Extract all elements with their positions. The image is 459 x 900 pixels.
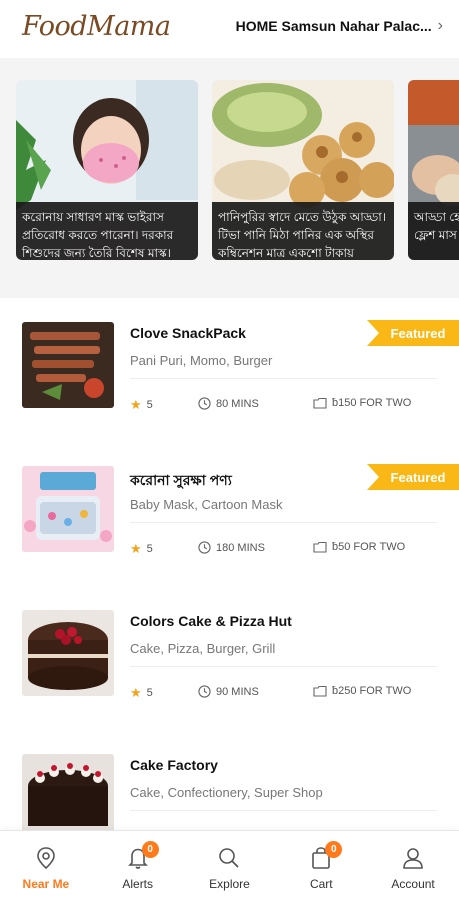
divider bbox=[130, 810, 437, 811]
featured-badge: Featured bbox=[367, 320, 459, 346]
app-header: FoodMama HOME Samsun Nahar Palac... › bbox=[0, 0, 459, 52]
restaurant-name: Colors Cake & Pizza Hut bbox=[130, 613, 292, 629]
nav-near-me[interactable]: Near Me bbox=[6, 845, 86, 891]
divider bbox=[130, 522, 437, 523]
promo-banner[interactable]: আড্ডা হে নেপালি ডি ফ্লেশ মাস bbox=[408, 80, 459, 260]
star-icon: ★ bbox=[130, 397, 142, 412]
nav-alerts[interactable]: 0 Alerts bbox=[98, 841, 178, 891]
star-icon: ★ bbox=[130, 685, 142, 700]
alerts-count-badge: 0 bbox=[141, 841, 159, 858]
search-icon bbox=[216, 845, 242, 871]
rating: ★ 5 bbox=[130, 685, 153, 701]
rating: ★ 5 bbox=[130, 397, 153, 413]
star-icon: ★ bbox=[130, 541, 142, 556]
promo-banner[interactable]: করোনায় সাধারণ মাস্ক ভাইরাস প্রতিরোধ করত… bbox=[16, 80, 198, 260]
restaurant-cuisines: Baby Mask, Cartoon Mask bbox=[130, 497, 283, 512]
delivery-time: 180 MINS bbox=[198, 541, 265, 554]
rating-value: 5 bbox=[146, 687, 153, 699]
restaurant-cuisines: Cake, Pizza, Burger, Grill bbox=[130, 641, 276, 656]
promo-carousel[interactable]: করোনায় সাধারণ মাস্ক ভাইরাস প্রতিরোধ করত… bbox=[0, 58, 459, 298]
wallet-icon bbox=[313, 397, 327, 409]
nav-account[interactable]: Account bbox=[373, 845, 453, 891]
delivery-time-value: 180 MINS bbox=[216, 541, 265, 554]
nav-explore[interactable]: Explore bbox=[189, 845, 269, 891]
delivery-time-value: 80 MINS bbox=[216, 397, 259, 410]
banner-caption: করোনায় সাধারণ মাস্ক ভাইরাস প্রতিরোধ করত… bbox=[16, 202, 198, 260]
nav-label: Cart bbox=[309, 877, 333, 891]
promo-banner[interactable]: পানিপুরির স্বাদে মেতে উঠুক আড্ডা। টিভা প… bbox=[212, 80, 394, 260]
clock-icon bbox=[198, 397, 211, 410]
user-icon bbox=[400, 845, 426, 871]
restaurant-thumbnail bbox=[22, 466, 114, 552]
nav-label: Alerts bbox=[122, 877, 154, 891]
price-for-two: ƀ150 FOR TWO bbox=[313, 397, 411, 409]
location-selector[interactable]: HOME Samsun Nahar Palac... › bbox=[236, 17, 443, 35]
restaurant-card[interactable]: করোনা সুরক্ষা পণ্য Baby Mask, Cartoon Ma… bbox=[0, 444, 459, 574]
rating-value: 5 bbox=[146, 543, 153, 555]
location-label: HOME Samsun Nahar Palac... bbox=[235, 18, 432, 34]
chevron-right-icon: › bbox=[437, 17, 443, 34]
restaurant-name: Cake Factory bbox=[130, 757, 218, 773]
restaurant-card[interactable]: Clove SnackPack Pani Puri, Momo, Burger … bbox=[0, 300, 459, 430]
restaurant-cuisines: Cake, Confectionery, Super Shop bbox=[130, 785, 323, 800]
divider bbox=[130, 378, 437, 379]
featured-badge: Featured bbox=[367, 464, 459, 490]
delivery-time: 90 MINS bbox=[198, 685, 259, 698]
nav-cart[interactable]: 0 Cart bbox=[281, 841, 361, 891]
nav-label: Account bbox=[391, 877, 435, 891]
wallet-icon bbox=[313, 541, 327, 553]
cart-count-badge: 0 bbox=[325, 841, 343, 858]
restaurant-thumbnail bbox=[22, 754, 114, 840]
delivery-time: 80 MINS bbox=[198, 397, 259, 410]
app-logo: FoodMama bbox=[22, 10, 171, 42]
bottom-navigation: Near Me 0 Alerts Explore 0 Cart Account bbox=[0, 830, 459, 900]
restaurant-cuisines: Pani Puri, Momo, Burger bbox=[130, 353, 273, 368]
restaurant-name: Clove SnackPack bbox=[130, 325, 246, 341]
delivery-time-value: 90 MINS bbox=[216, 685, 259, 698]
map-pin-icon bbox=[33, 845, 59, 871]
price-value: ƀ50 FOR TWO bbox=[332, 541, 406, 553]
price-for-two: ƀ250 FOR TWO bbox=[313, 685, 411, 697]
restaurant-thumbnail bbox=[22, 610, 114, 696]
rating-value: 5 bbox=[146, 399, 153, 411]
nav-label: Explore bbox=[209, 877, 250, 891]
restaurant-thumbnail bbox=[22, 322, 114, 408]
price-value: ƀ250 FOR TWO bbox=[332, 685, 412, 697]
rating: ★ 5 bbox=[130, 541, 153, 557]
wallet-icon bbox=[313, 685, 327, 697]
banner-caption: পানিপুরির স্বাদে মেতে উঠুক আড্ডা। টিভা প… bbox=[212, 202, 394, 260]
price-value: ƀ150 FOR TWO bbox=[332, 397, 412, 409]
divider bbox=[130, 666, 437, 667]
restaurant-card[interactable]: Colors Cake & Pizza Hut Cake, Pizza, Bur… bbox=[0, 588, 459, 718]
clock-icon bbox=[198, 685, 211, 698]
price-for-two: ƀ50 FOR TWO bbox=[313, 541, 405, 553]
clock-icon bbox=[198, 541, 211, 554]
nav-label: Near Me bbox=[22, 877, 70, 891]
restaurant-name: করোনা সুরক্ষা পণ্য bbox=[130, 472, 232, 488]
banner-caption: আড্ডা হে নেপালি ডি ফ্লেশ মাস bbox=[408, 202, 459, 260]
